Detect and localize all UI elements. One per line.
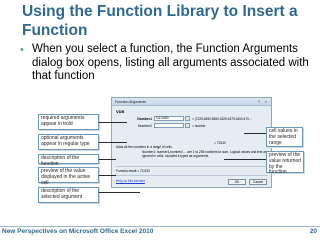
dialog-title: Function Arguments — [115, 100, 147, 104]
callout-required-arguments: required arguments appear in bold — [38, 114, 99, 130]
argument-input-number1[interactable]: C4:C660 — [154, 116, 184, 121]
argument-input-number2[interactable] — [154, 123, 184, 128]
callout-optional-arguments: optional arguments appear in regular typ… — [38, 134, 99, 150]
help-icon[interactable]: ? — [256, 99, 262, 104]
callout-leader — [99, 175, 116, 176]
help-link[interactable]: Help on this function — [116, 179, 145, 183]
argument-value-preview: = number — [192, 123, 206, 128]
dialog-titlebar: Function Arguments ? × — [112, 98, 271, 106]
callout-preview-returned: preview of the value returned by the fun… — [266, 151, 304, 175]
callout-leader — [99, 192, 140, 193]
footer-divider — [0, 226, 320, 227]
function-description: Adds all the numbers in a range of cells… — [116, 145, 173, 149]
callout-leader — [99, 159, 116, 160]
argument-row-number1: Number1 C4:C660 = {7225;4850;5650;4325;4… — [132, 116, 252, 121]
argument-value-preview: = {7225;4850;5650;4325;4375;4400;470… — [192, 116, 253, 121]
footer-course-title: New Perspectives on Microsoft Office Exc… — [2, 228, 154, 235]
formula-result: Formula result = 72,530 — [116, 169, 150, 173]
argument-row-number2: Number2 = number — [132, 123, 206, 128]
collapse-dialog-button[interactable] — [185, 123, 190, 128]
divider — [116, 166, 268, 167]
callout-function-description: description of the function — [38, 154, 99, 167]
callout-leader — [244, 133, 266, 134]
cancel-button[interactable]: Cancel — [249, 179, 267, 185]
function-result-preview: = 72530 — [214, 141, 226, 145]
callout-leader — [99, 122, 127, 123]
collapse-dialog-button[interactable] — [185, 116, 190, 121]
slide-title: Using the Function Library to Insert a F… — [22, 3, 298, 39]
argument-name: Number1 — [137, 116, 152, 121]
callout-leader — [224, 159, 266, 160]
callout-preview-active-cell: preview of the value displayed in the ac… — [38, 167, 99, 185]
callout-leader — [99, 142, 127, 143]
bullet-text: When you select a function, the Function… — [32, 43, 309, 82]
function-name: VDB — [116, 109, 125, 114]
argument-description: Number1: number1,number2,... are 1 to 25… — [142, 150, 268, 158]
slide-number: 20 — [309, 228, 317, 235]
bullet-marker: • — [20, 44, 24, 56]
dialog-body: VDB Number1 C4:C660 = {7225;4850;5650;43… — [112, 107, 271, 189]
ok-button[interactable]: OK — [228, 179, 246, 185]
callout-cell-values: cell values in the selected range — [266, 127, 303, 147]
callout-selected-argument: description of the selected argument — [38, 187, 99, 203]
divider — [116, 175, 268, 176]
argument-name: Number2 — [138, 123, 152, 128]
bullet-item: • When you select a function, the Functi… — [20, 43, 310, 84]
close-icon[interactable]: × — [263, 99, 269, 104]
function-arguments-dialog: Function Arguments ? × VDB Number1 C4:C6… — [111, 97, 272, 188]
